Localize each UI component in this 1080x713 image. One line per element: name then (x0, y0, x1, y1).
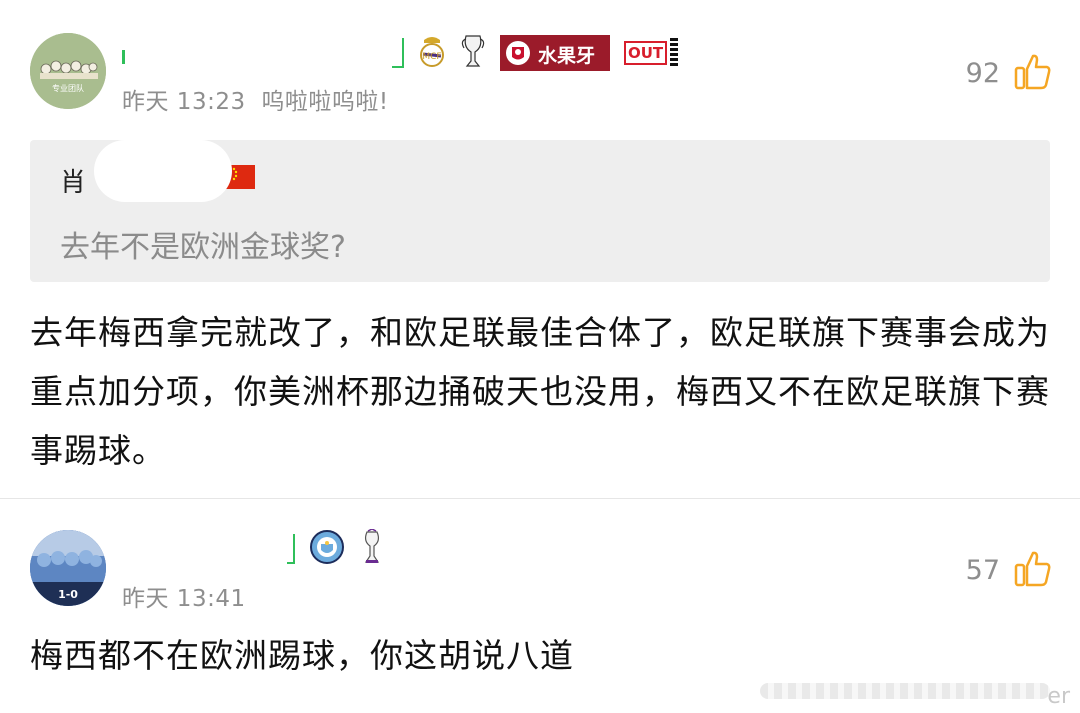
comment-1: 专业团队 MCF 水果牙 OUT 昨天 13:23 呜啦啦呜啦! 92 肖 去年… (0, 0, 1080, 498)
real-madrid-crest-icon[interactable]: MCF (418, 34, 446, 72)
badge-row (287, 528, 385, 569)
like-count: 57 (965, 554, 1000, 586)
redaction-blob (94, 140, 232, 202)
username-redacted[interactable] (122, 537, 282, 565)
comment-text: 梅西都不在欧洲踢球，你这胡说八道 (30, 636, 574, 675)
quoted-name-prefix: 肖 (60, 168, 87, 198)
like-button[interactable]: 92 (966, 52, 1052, 94)
avatar[interactable]: 1-0 (30, 530, 106, 606)
comment-meta: 昨天 13:23 呜啦啦呜啦! (122, 82, 389, 116)
username-fragment (122, 50, 125, 64)
bar-icon (670, 38, 679, 68)
comment-time: 昨天 13:41 (122, 586, 246, 612)
badge-row: MCF 水果牙 OUT (392, 33, 679, 73)
avatar[interactable]: 专业团队 (30, 33, 106, 109)
champions-league-trophy-icon[interactable] (460, 33, 486, 73)
avatar-caption: 专业团队 (52, 84, 84, 93)
avatar-score: 1-0 (58, 588, 78, 601)
like-button[interactable]: 57 (966, 549, 1052, 591)
comment-text: 去年梅西拿完就改了，和欧足联最佳合体了，欧足联旗下赛事会成为重点加分项，你美洲杯… (30, 313, 1050, 470)
svg-text:MCF: MCF (422, 52, 441, 62)
watermark: er (1047, 684, 1070, 709)
out-badge-label: OUT (624, 41, 668, 65)
username-redacted[interactable] (122, 40, 382, 68)
thumbs-up-icon (1014, 52, 1052, 94)
comment-time: 昨天 13:23 (122, 89, 246, 115)
watermark-redacted (760, 683, 1050, 699)
premier-league-trophy-icon[interactable] (359, 528, 385, 569)
thumbs-up-icon (1014, 549, 1052, 591)
comment-meta: 昨天 13:41 (122, 579, 246, 613)
badge-fragment-icon (287, 534, 295, 564)
like-count: 92 (965, 57, 1000, 89)
man-city-crest-icon[interactable] (309, 529, 345, 569)
badge-label: 水果牙 (538, 45, 596, 67)
out-badge[interactable]: OUT (624, 38, 679, 68)
divider (0, 498, 1080, 499)
badge-fragment-icon (392, 38, 404, 68)
quoted-comment[interactable]: 肖 f 去年不是欧洲金球奖? (30, 140, 1050, 282)
portugal-crest-icon[interactable]: 水果牙 (500, 35, 610, 71)
comment-signature: 呜啦啦呜啦! (261, 89, 389, 115)
quoted-text: 去年不是欧洲金球奖? (60, 230, 346, 265)
